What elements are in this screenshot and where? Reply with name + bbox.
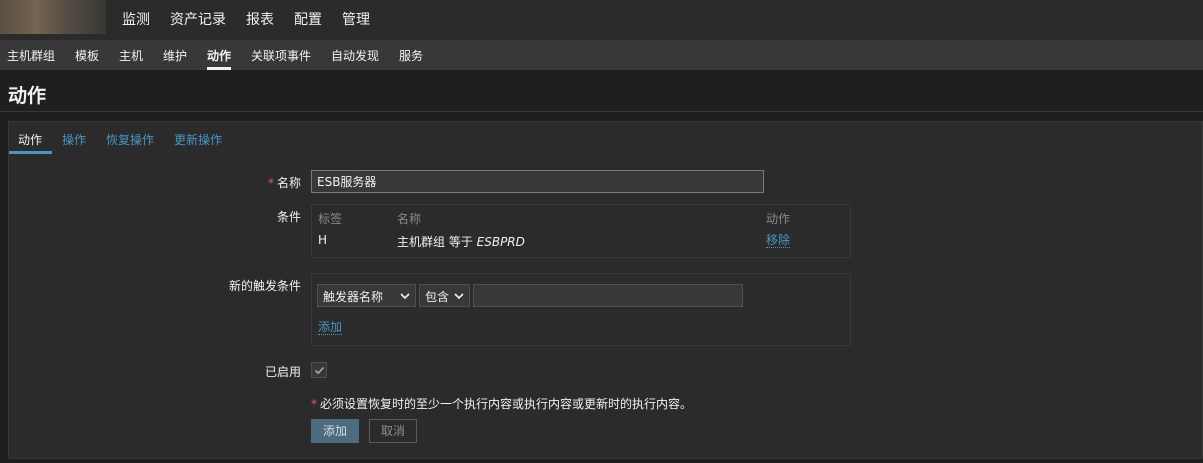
tab-recovery-operations[interactable]: 恢复操作	[106, 131, 154, 148]
tab-operations[interactable]: 操作	[62, 131, 86, 148]
conditions-header-name: 名称	[397, 212, 422, 226]
tab-action[interactable]: 动作	[18, 131, 42, 148]
chevron-down-icon	[454, 293, 464, 300]
remove-condition-link[interactable]: 移除	[766, 233, 791, 248]
required-marker: *	[311, 397, 317, 411]
new-condition-box: 触发器名称 包含 添加	[311, 273, 851, 346]
top-nav-inventory[interactable]: 资产记录	[170, 9, 226, 29]
condition-value-input[interactable]	[473, 284, 743, 307]
required-marker: *	[267, 176, 274, 190]
new-condition-label: 新的触发条件	[228, 279, 301, 293]
tab-update-operations[interactable]: 更新操作	[174, 131, 222, 148]
operator-value: 包含	[425, 290, 450, 304]
conditions-label: 条件	[276, 210, 301, 224]
name-input[interactable]	[311, 170, 764, 193]
check-icon	[314, 366, 325, 375]
conditions-header-action: 动作	[766, 212, 791, 226]
add-condition-link[interactable]: 添加	[318, 320, 343, 335]
name-label: * 名称	[169, 174, 301, 191]
conditions-header-tag: 标签	[318, 212, 343, 226]
tab-active-indicator	[9, 151, 52, 154]
cancel-button[interactable]: 取消	[369, 419, 417, 443]
condition-type-value: 触发器名称	[323, 290, 384, 304]
sub-nav-hosts[interactable]: 主机	[119, 47, 143, 64]
chevron-down-icon	[400, 293, 410, 300]
operator-select[interactable]: 包含	[419, 284, 470, 307]
page-title: 动作	[8, 85, 47, 107]
top-nav-bar: 监测 资产记录 报表 配置 管理	[0, 0, 1203, 40]
condition-tag: H	[318, 233, 328, 247]
add-button[interactable]: 添加	[311, 419, 359, 443]
sub-nav-services[interactable]: 服务	[399, 47, 423, 64]
top-nav-monitoring[interactable]: 监测	[122, 9, 150, 29]
page-header: 动作	[0, 70, 1203, 112]
sub-nav-templates[interactable]: 模板	[75, 47, 99, 64]
condition-type-select[interactable]: 触发器名称	[317, 284, 416, 307]
condition-name: 主机群组 等于 ESBPRD	[397, 233, 525, 250]
required-note-text: 必须设置恢复时的至少一个执行内容或执行内容或更新时的执行内容。	[320, 397, 693, 411]
condition-name-value: ESBPRD	[476, 235, 525, 249]
top-nav-reports[interactable]: 报表	[246, 9, 274, 29]
top-nav-configuration[interactable]: 配置	[294, 9, 322, 29]
enabled-label: 已启用	[264, 365, 301, 379]
condition-name-prefix: 主机群组 等于	[397, 235, 477, 249]
logo[interactable]	[0, 0, 106, 34]
top-nav-administration[interactable]: 管理	[342, 9, 370, 29]
sub-nav-host-groups[interactable]: 主机群组	[7, 47, 55, 64]
enabled-checkbox[interactable]	[311, 362, 327, 378]
required-note: * 必须设置恢复时的至少一个执行内容或执行内容或更新时的执行内容。	[311, 395, 692, 412]
sub-nav-discovery[interactable]: 自动发现	[331, 47, 379, 64]
sub-nav-actions[interactable]: 动作	[207, 47, 231, 64]
sub-nav-maintenance[interactable]: 维护	[163, 47, 187, 64]
sub-nav-event-correlation[interactable]: 关联项事件	[251, 47, 311, 64]
form-tabs: 动作 操作 恢复操作 更新操作	[9, 122, 1202, 154]
name-label-text: 名称	[276, 176, 301, 190]
action-form-panel: 动作 操作 恢复操作 更新操作 *名称 条件 标签 名称 动作 H 主机群组 等…	[8, 121, 1203, 459]
sub-nav-bar: 主机群组 模板 主机 维护 动作 关联项事件 自动发现 服务	[0, 40, 1203, 70]
conditions-table: 标签 名称 动作 H 主机群组 等于 ESBPRD 移除	[311, 204, 851, 258]
